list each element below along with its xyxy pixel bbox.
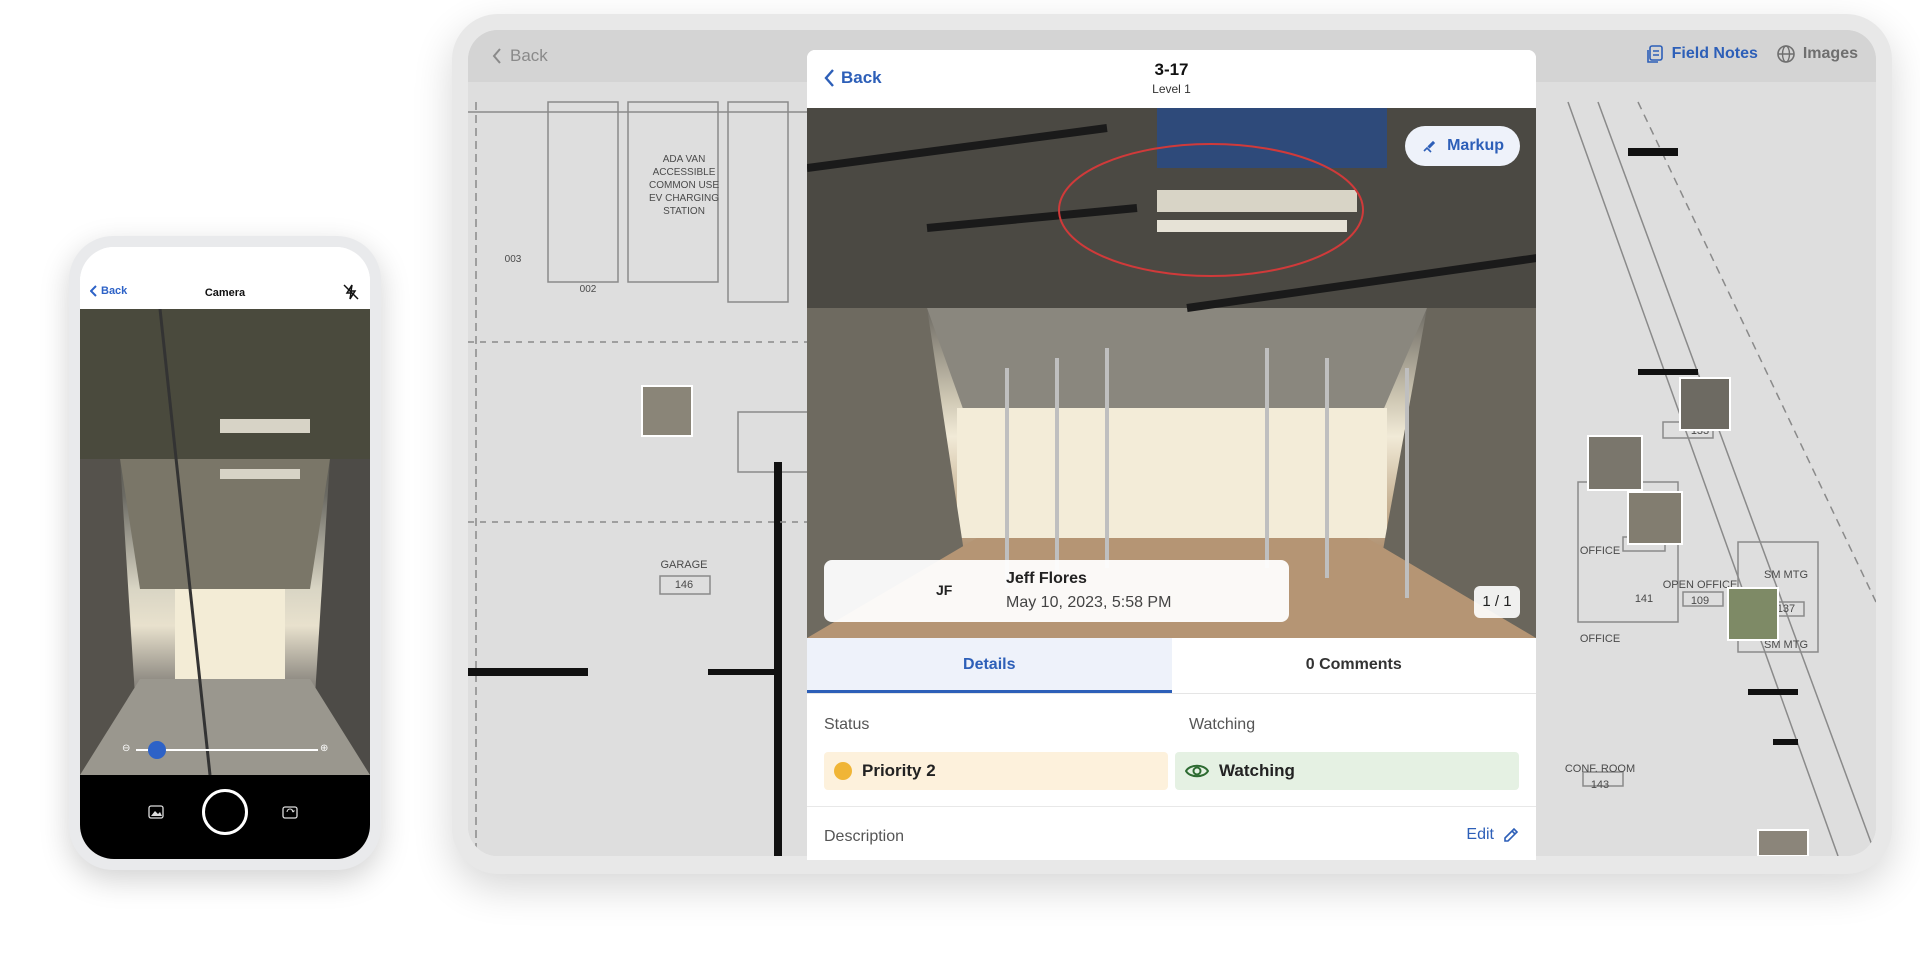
- panel-header: Back 3-17 Level 1: [807, 50, 1536, 108]
- shutter-button[interactable]: [202, 789, 248, 835]
- status-value: Priority 2: [862, 761, 936, 780]
- zoom-slider[interactable]: ⊖ ⊕: [122, 741, 332, 759]
- field-notes-link[interactable]: Field Notes: [1645, 44, 1758, 64]
- pen-icon: [1423, 140, 1436, 153]
- svg-text:OFFICE: OFFICE: [1580, 633, 1620, 645]
- svg-text:OFFICE: OFFICE: [1580, 545, 1620, 557]
- status-label: Status: [824, 716, 870, 733]
- field-note-panel: Back 3-17 Level 1 Markup JF Jeff Flores …: [807, 50, 1536, 860]
- note-photo[interactable]: Markup JF Jeff Flores May 10, 2023, 5:58…: [807, 108, 1536, 638]
- phone-header: Back Camera: [80, 247, 370, 309]
- zoom-knob[interactable]: [148, 741, 166, 759]
- note-title: 3-17: [1154, 60, 1189, 79]
- field-notes-label: Field Notes: [1671, 45, 1758, 62]
- phone-title: Camera: [204, 287, 246, 299]
- svg-text:STATION: STATION: [663, 206, 705, 217]
- svg-text:002: 002: [580, 284, 597, 295]
- flash-off-icon[interactable]: [342, 283, 360, 301]
- svg-text:EV CHARGING: EV CHARGING: [649, 193, 719, 204]
- tab-details[interactable]: Details: [807, 638, 1172, 693]
- markup-label: Markup: [1447, 137, 1504, 154]
- markup-button[interactable]: Markup: [1405, 126, 1520, 166]
- svg-text:CONF. ROOM: CONF. ROOM: [1565, 763, 1635, 775]
- pencil-icon: [1504, 827, 1519, 842]
- svg-text:ACCESSIBLE: ACCESSIBLE: [653, 167, 716, 178]
- gallery-icon[interactable]: [148, 805, 164, 819]
- camera-controls: [80, 775, 370, 859]
- svg-text:OPEN OFFICE: OPEN OFFICE: [1663, 579, 1738, 591]
- flip-camera-icon[interactable]: [282, 805, 298, 819]
- author-card: JF Jeff Flores May 10, 2023, 5:58 PM: [824, 560, 1289, 622]
- priority-dot-icon: [834, 762, 852, 780]
- watching-label: Watching: [1189, 716, 1256, 733]
- svg-text:SM MTG: SM MTG: [1764, 569, 1808, 581]
- svg-text:003: 003: [505, 254, 522, 265]
- phone-device: Back Camera ⊖ ⊕: [69, 236, 381, 870]
- photo-pin[interactable]: [641, 385, 693, 437]
- status-select[interactable]: Priority 2: [824, 752, 1168, 790]
- svg-text:141: 141: [1635, 593, 1653, 605]
- watching-value: Watching: [1219, 761, 1295, 780]
- plan-label-ada: ADA VAN: [663, 154, 706, 165]
- author-date: May 10, 2023, 5:58 PM: [1006, 594, 1172, 611]
- zoom-out-icon[interactable]: ⊖: [122, 743, 134, 755]
- divider: [807, 806, 1536, 807]
- zoom-in-icon[interactable]: ⊕: [320, 743, 332, 755]
- svg-text:109: 109: [1691, 595, 1709, 607]
- note-tabs: Details 0 Comments: [807, 638, 1536, 694]
- tablet-nav-links: Field Notes Images: [1645, 44, 1858, 64]
- svg-text:143: 143: [1591, 779, 1609, 791]
- svg-text:146: 146: [675, 579, 693, 591]
- globe-icon: [1777, 45, 1795, 63]
- edit-description-button[interactable]: Edit: [1466, 826, 1520, 844]
- photo-counter: 1 / 1: [1474, 586, 1520, 618]
- author-name: Jeff Flores: [1006, 570, 1087, 587]
- svg-text:COMMON USE: COMMON USE: [649, 180, 719, 191]
- note-photo-scene: [807, 108, 1536, 638]
- avatar: JF: [936, 582, 953, 598]
- chevron-left-icon: [492, 48, 501, 64]
- field-notes-icon: [1646, 45, 1663, 63]
- edit-label: Edit: [1466, 826, 1494, 843]
- viewfinder-scene: [80, 308, 370, 776]
- tablet-device: ADA VAN ACCESSIBLE COMMON USE EV CHARGIN…: [452, 14, 1892, 874]
- images-label: Images: [1802, 45, 1858, 62]
- phone-screen: Back Camera ⊖ ⊕: [80, 247, 370, 859]
- note-subtitle: Level 1: [1152, 82, 1191, 96]
- images-link[interactable]: Images: [1776, 44, 1858, 64]
- tablet-back-button[interactable]: Back: [492, 46, 548, 66]
- svg-text:137: 137: [1777, 603, 1795, 615]
- watching-toggle[interactable]: Watching: [1175, 752, 1519, 790]
- tablet-back-label: Back: [510, 46, 548, 65]
- eye-icon: [1185, 764, 1209, 778]
- tab-comments[interactable]: 0 Comments: [1172, 638, 1537, 693]
- camera-viewfinder[interactable]: ⊖ ⊕: [80, 308, 370, 776]
- details-fields: Status Watching Priority 2 Watching Desc…: [807, 694, 1536, 855]
- description-label: Description: [824, 828, 905, 845]
- svg-text:GARAGE: GARAGE: [660, 559, 707, 571]
